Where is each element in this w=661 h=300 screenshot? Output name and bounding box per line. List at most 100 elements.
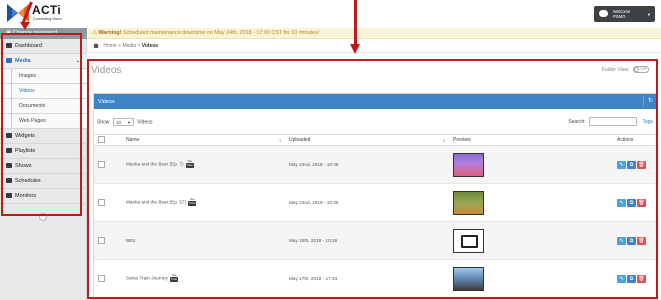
brand-logo[interactable]: ACTi Connecting Vision [0, 0, 87, 28]
copy-button[interactable]: ⧉ [627, 160, 636, 169]
video-name[interactable]: BBS [126, 238, 135, 243]
sidebar-item-playlists[interactable]: Playlists [0, 144, 87, 159]
sidebar-item-label: Web Pages [19, 118, 46, 124]
row-checkbox[interactable] [98, 274, 105, 282]
sidebar-item-label: Documents [19, 103, 46, 109]
video-thumbnail[interactable] [453, 190, 484, 215]
top-bar: Welcome PSMO ▼ [88, 0, 661, 28]
cast-icon [461, 234, 478, 248]
edit-button[interactable]: ✎ [617, 236, 626, 245]
sidebar-item-label: Media [15, 58, 31, 64]
delete-button[interactable]: 🗑 [637, 274, 646, 283]
video-thumbnail[interactable] [453, 266, 484, 291]
acti-logo-icon [7, 4, 29, 22]
edit-button[interactable]: ✎ [617, 274, 626, 283]
preview-column-header: Preview [449, 134, 613, 146]
select-all-checkbox[interactable] [98, 135, 105, 143]
page-size-value: 10 [115, 120, 121, 125]
row-actions: ✎ ⧉ 🗑 [613, 145, 659, 184]
sidebar-item-web-pages[interactable]: Web Pages [0, 114, 87, 129]
breadcrumb-current: Videos [141, 43, 159, 49]
search-control: Search: Tags [568, 117, 653, 126]
warning-strong: Warning! [98, 30, 122, 36]
videos-panel: Videos ↻ Show 10 ▼ Videos Search: Tags N… [93, 93, 659, 300]
video-name[interactable]: Masha and the Bear (Ep. 7) [126, 162, 184, 167]
widgets-icon [6, 133, 12, 139]
copy-button[interactable]: ⧉ [627, 236, 636, 245]
key-icon: ▣ [6, 30, 13, 36]
toggle-state: OFF [640, 67, 647, 71]
refresh-icon[interactable]: ↻ [648, 97, 653, 104]
panel-header: Videos ↻ [94, 94, 657, 109]
change-password-button[interactable]: ▣ Change password [0, 28, 87, 39]
search-input[interactable] [589, 117, 638, 126]
video-thumbnail[interactable] [453, 152, 484, 177]
sidebar-item-images[interactable]: Images [0, 69, 87, 84]
sidebar-item-videos[interactable]: Videos [0, 84, 88, 99]
delete-button[interactable]: 🗑 [637, 160, 646, 169]
table-tools: Show 10 ▼ Videos Search: Tags [94, 109, 657, 134]
caret-down-icon: ▼ [126, 120, 131, 125]
sort-icon: ⇕ [278, 138, 282, 143]
monitor-icon [6, 193, 12, 199]
copy-button[interactable]: ⧉ [627, 274, 636, 283]
page-size-select[interactable]: 10 ▼ [112, 118, 134, 126]
edit-button[interactable]: ✎ [617, 160, 626, 169]
youtube-tube: Tube [185, 163, 194, 168]
delete-button[interactable]: 🗑 [637, 236, 646, 245]
toggle-knob [634, 67, 639, 72]
table-row: BBS May 18th, 2018 - 10:26 ✎ ⧉ 🗑 [94, 221, 659, 260]
playlist-icon [6, 148, 12, 154]
tags-link[interactable]: Tags [642, 119, 653, 125]
page-title: Videos [91, 65, 122, 76]
home-icon[interactable] [93, 43, 99, 49]
brand-name: ACTi [32, 3, 61, 17]
breadcrumb-media[interactable]: Media [122, 43, 136, 49]
sidebar-nav: Dashboard Media ⌄ Images Videos Documents… [0, 39, 88, 204]
sidebar-item-schedules[interactable]: Schedules [0, 174, 87, 189]
row-actions: ✎ ⧉ 🗑 [613, 183, 659, 222]
show-label: Show [97, 119, 110, 126]
change-password-label: Change password [12, 30, 58, 36]
youtube-tube: Tube [169, 277, 178, 282]
cloud-icon [599, 10, 608, 17]
delete-button[interactable]: 🗑 [637, 198, 646, 207]
uploaded-column-header[interactable]: Uploaded ⇕ [285, 134, 449, 146]
sidebar-item-dashboard[interactable]: Dashboard [0, 39, 87, 54]
row-checkbox[interactable] [98, 198, 105, 206]
sidebar-item-label: Images [19, 73, 37, 79]
row-checkbox[interactable] [98, 236, 105, 244]
sidebar-collapse-toggle[interactable]: ⌃ [39, 213, 47, 221]
row-checkbox[interactable] [98, 160, 105, 168]
sidebar: ACTi Connecting Vision ▣ Change password… [0, 0, 88, 300]
sidebar-item-monitors[interactable]: Monitors [0, 189, 87, 204]
table-header-row: Name ⇕ Uploaded ⇕ Preview Actions [94, 134, 659, 146]
maintenance-warning: ⚠ Warning! Scheduled maintenance downtim… [88, 28, 661, 39]
show-suffix: Videos [137, 119, 153, 126]
sidebar-item-widgets[interactable]: Widgets [0, 129, 87, 144]
video-thumbnail[interactable] [453, 228, 484, 253]
column-label: Preview [453, 137, 471, 143]
name-column-header[interactable]: Name ⇕ [122, 134, 285, 146]
upload-date: May 18th, 2018 - 10:26 [285, 221, 449, 260]
sidebar-item-documents[interactable]: Documents [0, 99, 87, 114]
video-name[interactable]: Masha and the Bear (Ep. 57) [126, 200, 186, 205]
youtube-icon: You Tube [185, 160, 194, 169]
sidebar-item-media[interactable]: Media ⌄ [0, 54, 87, 69]
video-name[interactable]: Swiss Train Journey [126, 276, 168, 281]
folder-view-toggle[interactable]: OFF [633, 66, 649, 73]
warning-text: Scheduled maintenance downtime on May 24… [123, 30, 320, 36]
youtube-tube: Tube [188, 201, 197, 206]
sidebar-item-label: Dashboard [15, 43, 42, 49]
sidebar-item-label: Playlists [15, 148, 36, 154]
videos-table: Name ⇕ Uploaded ⇕ Preview Actions Masha an… [94, 134, 659, 298]
row-actions: ✎ ⧉ 🗑 [613, 221, 659, 260]
breadcrumb-home[interactable]: Home [103, 43, 116, 49]
sidebar-item-shows[interactable]: Shows [0, 159, 87, 174]
brand-tagline: Connecting Vision [33, 17, 62, 21]
user-menu-button[interactable]: Welcome PSMO ▼ [594, 6, 655, 22]
app-root: ACTi Connecting Vision ▣ Change password… [0, 0, 661, 300]
edit-button[interactable]: ✎ [617, 198, 626, 207]
copy-button[interactable]: ⧉ [627, 198, 636, 207]
table-row: Swiss Train Journey You Tube May 17th, 201… [94, 259, 659, 298]
